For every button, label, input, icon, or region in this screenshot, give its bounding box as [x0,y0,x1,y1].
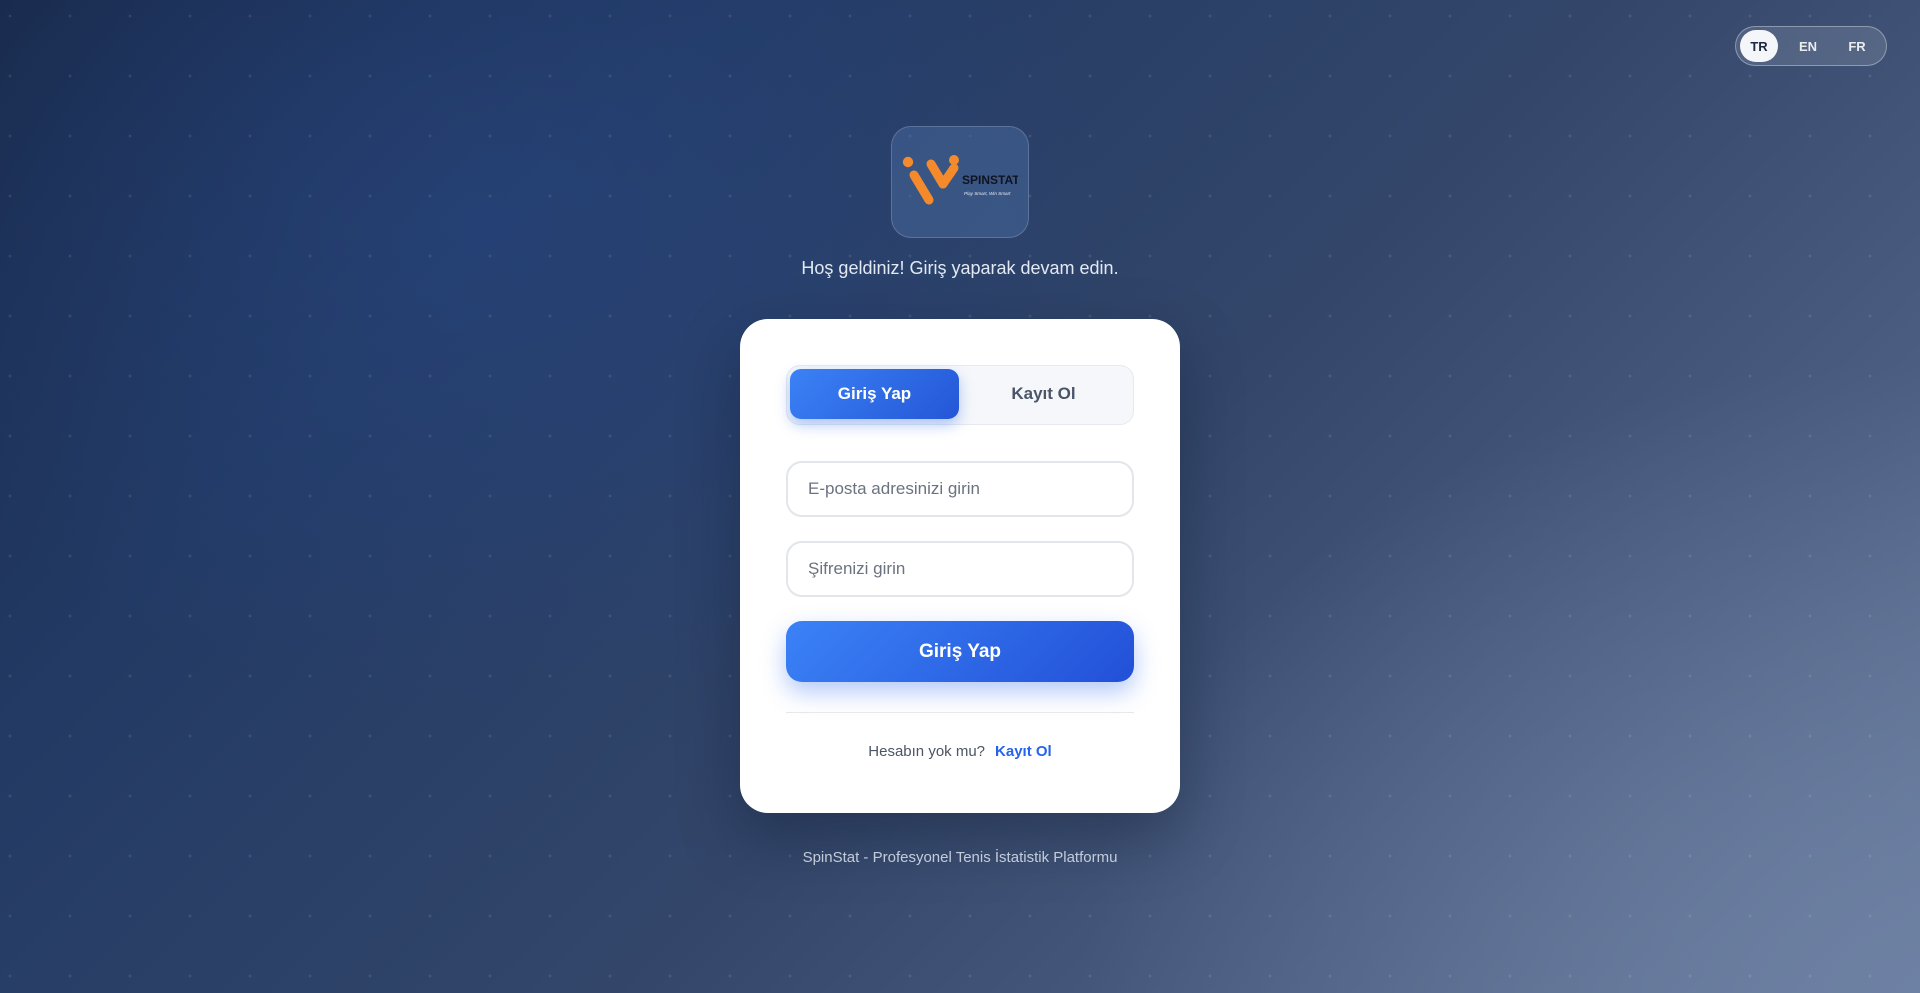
password-input[interactable] [806,558,1114,580]
language-tr-button[interactable]: TR [1740,30,1778,62]
email-input[interactable] [806,478,1114,500]
logo-wordmark: SPINSTAT [962,173,1018,187]
tab-register[interactable]: Kayıt Ol [959,369,1128,419]
spinstat-logo-icon: SPINSTAT Play Smart, Win Smart [902,155,1018,205]
language-en-button[interactable]: EN [1789,30,1827,62]
divider [786,712,1134,713]
tab-login[interactable]: Giriş Yap [790,369,959,419]
footer-text: SpinStat - Profesyonel Tenis İstatistik … [802,849,1118,866]
password-field-wrapper [786,541,1134,597]
login-card: Giriş Yap Kayıt Ol Giriş Yap Hesabın yok… [740,319,1180,813]
language-fr-button[interactable]: FR [1838,30,1876,62]
email-field-wrapper [786,461,1134,517]
welcome-message: Hoş geldiniz! Giriş yaparak devam edin. [801,258,1119,278]
auth-tabs: Giriş Yap Kayıt Ol [786,365,1134,425]
login-submit-button[interactable]: Giriş Yap [786,621,1134,682]
logo-tagline: Play Smart, Win Smart [964,191,1011,196]
signup-prompt-row: Hesabın yok mu? Kayıt Ol [786,743,1134,760]
app-logo: SPINSTAT Play Smart, Win Smart [891,126,1029,238]
language-switcher: TR EN FR [1735,26,1887,66]
signup-link[interactable]: Kayıt Ol [995,743,1052,760]
signup-prompt-text: Hesabın yok mu? [868,743,986,760]
